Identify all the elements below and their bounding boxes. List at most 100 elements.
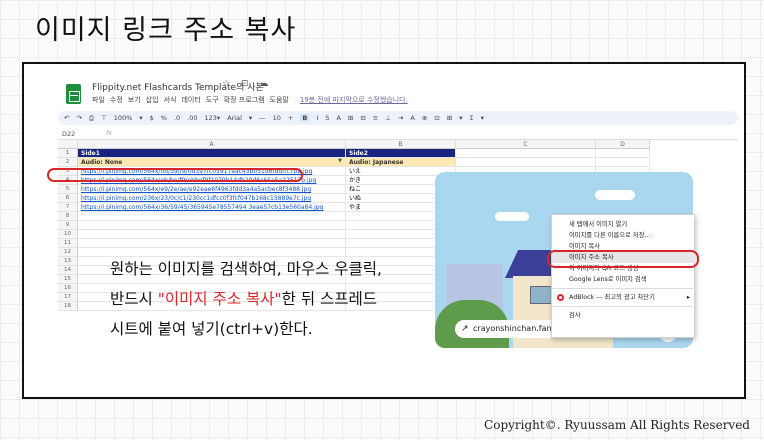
filter-dropdown-icon[interactable]: ▼ <box>338 158 342 164</box>
last-edit-link[interactable]: 19분 전에 마지막으로 수정했습니다. <box>300 96 408 104</box>
cell-b[interactable]: Side2 <box>346 149 456 158</box>
menu-file[interactable]: 파일 <box>92 96 105 104</box>
cell-a[interactable] <box>78 221 346 230</box>
cell-a[interactable] <box>78 212 346 221</box>
menu-edit[interactable]: 수정 <box>110 96 123 104</box>
row-number[interactable]: 17 <box>58 293 78 302</box>
row-number[interactable]: 11 <box>58 239 78 248</box>
context-highlight-oval <box>547 250 699 268</box>
menu-bar: 파일 수정 보기 삽입 서식 데이터 도구 확장 프로그램 도움말 19분 전에 마지막으로 수정… <box>92 95 413 105</box>
context-menu: 새 탭에서 이미지 열기 이미지를 다른 이름으로 저장... 이미지 복사 이… <box>551 214 696 338</box>
row-number[interactable]: 10 <box>58 230 78 239</box>
align-icon[interactable]: ≡ <box>373 114 378 122</box>
column-header-b[interactable]: B <box>346 140 456 149</box>
cell-b[interactable]: Audio: Japanese <box>346 158 456 167</box>
font-size-increase-button[interactable]: + <box>288 114 293 122</box>
row-number[interactable]: 9 <box>58 221 78 230</box>
menu-insert[interactable]: 삽입 <box>146 96 159 104</box>
sheets-logo-icon[interactable] <box>66 84 81 104</box>
redo-icon[interactable]: ↷ <box>76 114 81 122</box>
row-number[interactable]: 16 <box>58 284 78 293</box>
row-number[interactable]: 2 <box>58 158 78 167</box>
column-header-a[interactable]: A <box>78 140 346 149</box>
borders-icon[interactable]: ⊟ <box>360 114 365 122</box>
ctx-adblock-label: AdBlock — 최고의 광고 차단기 <box>569 294 655 301</box>
slide-title: 이미지 링크 주소 복사 <box>35 15 297 46</box>
cell-a[interactable]: https://i.pinimg.com/564x/e9/2e/ae/e92ea… <box>78 185 346 194</box>
ctx-adblock[interactable]: AdBlock — 최고의 광고 차단기 ▸ <box>552 292 696 303</box>
row-number[interactable]: 18 <box>58 302 78 311</box>
instruction-line-3: 시트에 붙여 넣기(ctrl+v)한다. <box>110 320 313 338</box>
zoom-select[interactable]: 100% <box>114 114 133 122</box>
fx-icon: fx <box>106 129 113 137</box>
functions-dropdown-icon[interactable]: ▾ <box>481 114 484 122</box>
undo-icon[interactable]: ↶ <box>64 114 69 122</box>
cell-a[interactable] <box>78 230 346 239</box>
menu-extensions[interactable]: 확장 프로그램 <box>224 96 265 104</box>
column-header-c[interactable]: C <box>456 140 596 149</box>
ctx-save-image-as[interactable]: 이미지를 다른 이름으로 저장... <box>552 230 696 241</box>
row-number[interactable]: 12 <box>58 248 78 257</box>
cell-a[interactable] <box>78 239 346 248</box>
rotate-icon[interactable]: A <box>410 114 414 122</box>
cell-a[interactable]: https://i.pinimg.com/236x/23/0c/c1/230cc… <box>78 194 346 203</box>
menu-view[interactable]: 보기 <box>128 96 141 104</box>
name-box[interactable]: D22 <box>62 130 75 138</box>
font-dropdown-icon[interactable]: ▾ <box>249 114 252 122</box>
font-select[interactable]: Arial <box>227 114 242 122</box>
menu-format[interactable]: 서식 <box>164 96 177 104</box>
filter-icon[interactable]: ▾ <box>459 114 462 122</box>
ctx-google-lens-search[interactable]: Google Lens로 이미지 검색 <box>552 274 696 285</box>
row-number[interactable]: 13 <box>58 257 78 266</box>
row-number[interactable]: 8 <box>58 212 78 221</box>
row-number[interactable]: 14 <box>58 266 78 275</box>
italic-button[interactable]: I <box>316 114 318 122</box>
cell-c[interactable] <box>456 149 596 158</box>
paint-format-icon[interactable]: ⊤ <box>101 114 107 122</box>
cloud-shape <box>595 190 635 200</box>
ctx-separator <box>552 288 696 289</box>
decrease-decimal-button[interactable]: .0 <box>174 114 180 122</box>
strikethrough-button[interactable]: S <box>325 114 329 122</box>
vertical-align-icon[interactable]: ⊥ <box>385 114 391 122</box>
increase-decimal-button[interactable]: .00 <box>187 114 197 122</box>
cell-a[interactable]: https://i.pinimg.com/564x/36/59/45/36594… <box>78 203 346 212</box>
font-size-input[interactable]: 10 <box>273 114 281 122</box>
link-icon[interactable]: ⊕ <box>422 114 427 122</box>
menu-help[interactable]: 도움말 <box>270 96 289 104</box>
ctx-inspect[interactable]: 검사 <box>552 310 696 321</box>
house-window <box>530 286 552 304</box>
opera-icon <box>557 294 564 301</box>
row-number[interactable]: 6 <box>58 194 78 203</box>
menu-tools[interactable]: 도구 <box>206 96 219 104</box>
zoom-dropdown-icon[interactable]: ▾ <box>139 114 142 122</box>
currency-button[interactable]: $ <box>150 114 154 122</box>
row-number[interactable]: 5 <box>58 185 78 194</box>
functions-icon[interactable]: Σ <box>469 114 473 122</box>
chart-icon[interactable]: ⊞ <box>447 114 452 122</box>
cell-d[interactable] <box>596 158 650 167</box>
text-color-button[interactable]: A <box>336 114 340 122</box>
bold-button[interactable]: B <box>300 114 310 122</box>
font-size-decrease-button[interactable]: — <box>259 114 266 122</box>
row-number[interactable]: 7 <box>58 203 78 212</box>
print-icon[interactable]: ⎙ <box>89 114 94 123</box>
wrap-icon[interactable]: ⇥ <box>398 114 403 122</box>
row-number[interactable]: 15 <box>58 275 78 284</box>
percent-button[interactable]: % <box>161 114 167 122</box>
comment-icon[interactable]: ⊡ <box>434 114 439 122</box>
copyright-footer: Copyright©. Ryuussam All Rights Reserved <box>484 418 750 432</box>
cell-a[interactable]: Audio: None <box>78 158 346 167</box>
column-header-d[interactable]: D <box>596 140 650 149</box>
fill-color-icon[interactable]: ⊞ <box>348 114 353 122</box>
cell-c[interactable] <box>456 158 596 167</box>
menu-data[interactable]: 데이터 <box>181 96 200 104</box>
number-format-select[interactable]: 123▾ <box>205 114 221 122</box>
ctx-open-image-new-tab[interactable]: 새 탭에서 이미지 열기 <box>552 219 696 230</box>
instruction-highlight: "이미지 주소 복사" <box>157 290 282 308</box>
cell-a[interactable]: Side1 <box>78 149 346 158</box>
corner-cell[interactable] <box>58 140 78 149</box>
row-number[interactable]: 1 <box>58 149 78 158</box>
star-move-cloud-icons[interactable]: ☆ ⊡ ☁ <box>222 79 272 89</box>
cell-d[interactable] <box>596 149 650 158</box>
